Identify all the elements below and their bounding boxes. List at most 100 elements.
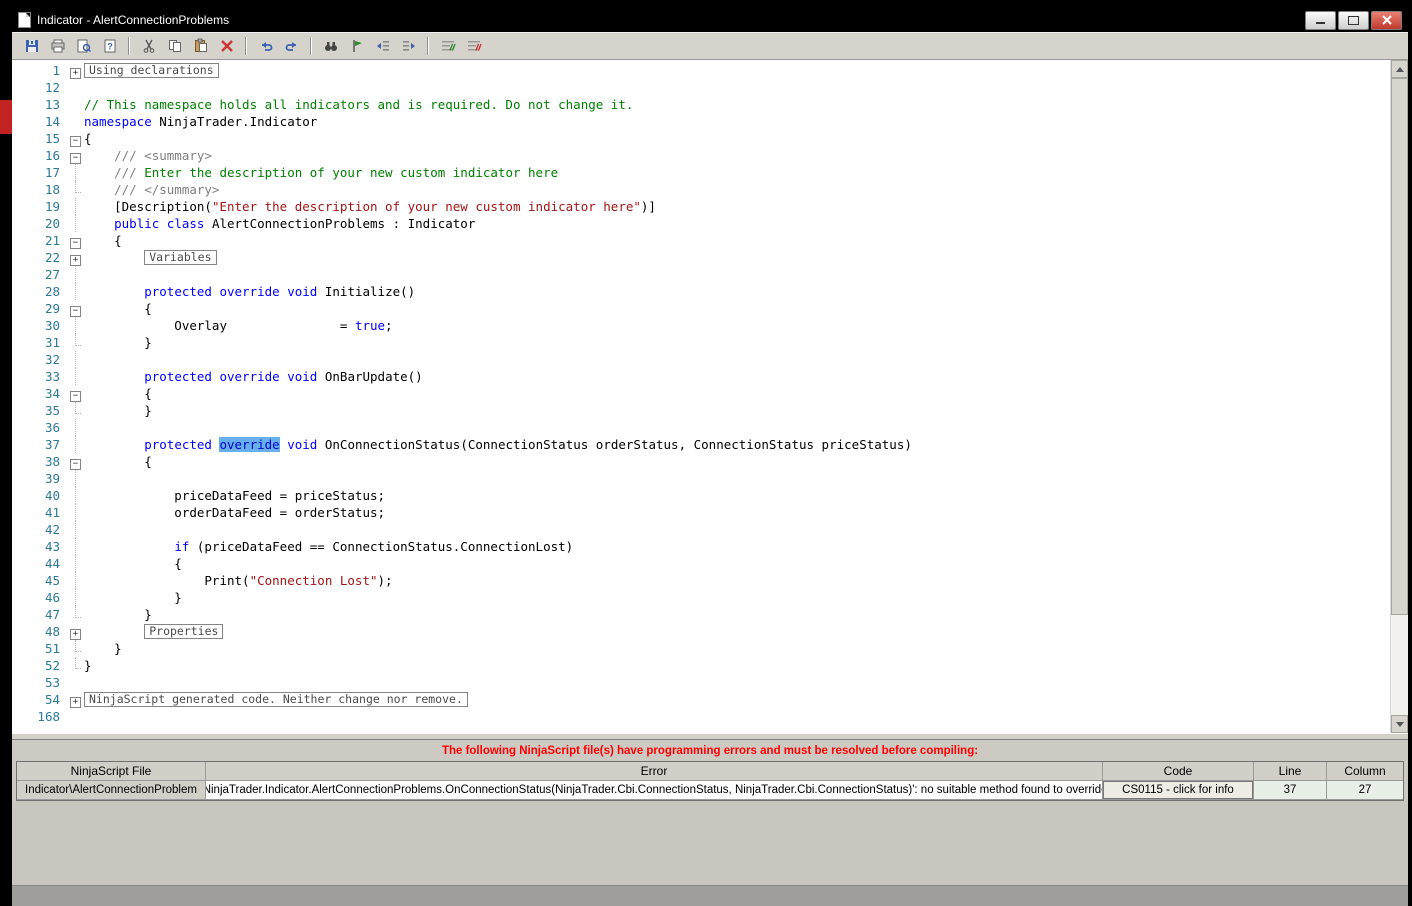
code-line[interactable]: 14 namespace NinjaTrader.Indicator <box>12 113 1390 130</box>
code-line[interactable]: 21− { <box>12 232 1390 249</box>
code-text[interactable]: /// </summary> <box>84 181 219 198</box>
code-line[interactable]: 45 Print("Connection Lost"); <box>12 572 1390 589</box>
fold-collapse-icon[interactable]: − <box>68 147 84 164</box>
fold-expand-icon[interactable]: + <box>68 691 84 708</box>
scrollbar-thumb[interactable] <box>1391 78 1408 616</box>
column-header-line[interactable]: Line <box>1254 762 1327 781</box>
code-line[interactable]: 47 } <box>12 606 1390 623</box>
code-text[interactable]: { <box>84 385 152 402</box>
print-preview-button[interactable] <box>72 35 95 58</box>
help-button[interactable]: ? <box>98 35 121 58</box>
code-line[interactable]: 19 [Description("Enter the description o… <box>12 198 1390 215</box>
undo-button[interactable] <box>254 35 277 58</box>
redo-button[interactable] <box>280 35 303 58</box>
code-text[interactable]: [Description("Enter the description of y… <box>84 198 656 215</box>
code-line[interactable]: 35 } <box>12 402 1390 419</box>
code-text[interactable]: } <box>84 589 182 606</box>
code-text[interactable]: protected override void Initialize() <box>84 283 415 300</box>
scroll-up-button[interactable] <box>1391 60 1408 78</box>
code-text[interactable]: { <box>84 300 152 317</box>
code-text[interactable]: { <box>84 555 182 572</box>
code-line[interactable]: 51 } <box>12 640 1390 657</box>
code-line[interactable]: 46 } <box>12 589 1390 606</box>
code-line[interactable]: 43 if (priceDataFeed == ConnectionStatus… <box>12 538 1390 555</box>
code-text[interactable]: NinjaScript generated code. Neither chan… <box>84 691 468 708</box>
code-line[interactable]: 22 + Variables <box>12 249 1390 266</box>
code-line[interactable]: 12 <box>12 79 1390 96</box>
code-line[interactable]: 36 <box>12 419 1390 436</box>
code-text[interactable]: /// <summary> <box>84 147 212 164</box>
outdent-button[interactable] <box>371 35 394 58</box>
code-line[interactable]: 48 + Properties <box>12 623 1390 640</box>
scroll-down-button[interactable] <box>1391 715 1408 733</box>
code-text[interactable]: priceDataFeed = priceStatus; <box>84 487 385 504</box>
code-lines[interactable]: 1 + Using declarations 12 13// This namespac… <box>12 60 1390 733</box>
error-code-link[interactable]: CS0115 - click for info <box>1103 781 1254 800</box>
minimize-button[interactable] <box>1305 10 1336 30</box>
code-line[interactable]: 44 { <box>12 555 1390 572</box>
fold-collapse-icon[interactable]: − <box>68 300 84 317</box>
code-text[interactable]: Properties <box>84 623 224 640</box>
code-text[interactable]: Print("Connection Lost"); <box>84 572 392 589</box>
code-text[interactable]: { <box>84 130 92 147</box>
code-text[interactable]: { <box>84 453 152 470</box>
code-text[interactable]: if (priceDataFeed == ConnectionStatus.Co… <box>84 538 573 555</box>
fold-collapse-icon[interactable]: − <box>68 385 84 402</box>
code-line[interactable]: 41 orderDataFeed = orderStatus; <box>12 504 1390 521</box>
title-bar[interactable]: Indicator - AlertConnectionProblems <box>12 8 1408 32</box>
code-text[interactable]: Variables <box>84 249 217 266</box>
maximize-button[interactable] <box>1338 10 1369 30</box>
code-line[interactable]: 42 <box>12 521 1390 538</box>
code-line[interactable]: 27 <box>12 266 1390 283</box>
code-line[interactable]: 33 protected override void OnBarUpdate() <box>12 368 1390 385</box>
fold-expand-icon[interactable]: + <box>68 249 84 266</box>
column-header-error[interactable]: Error <box>206 762 1103 781</box>
delete-button[interactable] <box>215 35 238 58</box>
cut-button[interactable] <box>137 35 160 58</box>
code-line[interactable]: 13 // This namespace holds all indicators… <box>12 96 1390 113</box>
column-header-code[interactable]: Code <box>1103 762 1254 781</box>
code-text[interactable]: } <box>84 606 152 623</box>
find-button[interactable] <box>319 35 342 58</box>
code-line[interactable]: 39 <box>12 470 1390 487</box>
fold-expand-icon[interactable]: + <box>68 623 84 640</box>
code-line[interactable]: 29− { <box>12 300 1390 317</box>
close-button[interactable] <box>1371 10 1402 30</box>
panel-splitter[interactable] <box>12 733 1408 740</box>
indent-button[interactable] <box>397 35 420 58</box>
code-text[interactable]: } <box>84 657 92 674</box>
code-line[interactable]: 18 /// </summary> <box>12 181 1390 198</box>
code-line[interactable]: 54 + NinjaScript generated code. Neither c… <box>12 691 1390 708</box>
code-line[interactable]: 34− { <box>12 385 1390 402</box>
code-line[interactable]: 168 <box>12 708 1390 725</box>
error-row[interactable]: Indicator\AlertConnectionProblem 'NinjaT… <box>17 781 1403 800</box>
scrollbar-track[interactable] <box>1391 78 1408 715</box>
column-header-file[interactable]: NinjaScript File <box>17 762 206 781</box>
code-text[interactable]: public class AlertConnectionProblems : I… <box>84 215 475 232</box>
code-text[interactable]: protected override void OnConnectionStat… <box>84 436 912 453</box>
save-button[interactable] <box>20 35 43 58</box>
code-text[interactable]: protected override void OnBarUpdate() <box>84 368 422 385</box>
code-line[interactable]: 52} <box>12 657 1390 674</box>
fold-collapse-icon[interactable]: − <box>68 130 84 147</box>
code-text[interactable]: } <box>84 402 152 419</box>
fold-collapse-icon[interactable]: − <box>68 232 84 249</box>
fold-collapse-icon[interactable]: − <box>68 453 84 470</box>
code-line[interactable]: 20 public class AlertConnectionProblems … <box>12 215 1390 232</box>
code-line[interactable]: 16− /// <summary> <box>12 147 1390 164</box>
code-line[interactable]: 30 Overlay = true; <box>12 317 1390 334</box>
uncomment-button[interactable] <box>462 35 485 58</box>
code-line[interactable]: 15−{ <box>12 130 1390 147</box>
code-text[interactable]: namespace NinjaTrader.Indicator <box>84 113 317 130</box>
vertical-scrollbar[interactable] <box>1390 60 1408 733</box>
code-text[interactable]: // This namespace holds all indicators a… <box>84 96 633 113</box>
paste-button[interactable] <box>189 35 212 58</box>
code-text[interactable]: orderDataFeed = orderStatus; <box>84 504 385 521</box>
code-line[interactable]: 17 /// Enter the description of your new… <box>12 164 1390 181</box>
print-button[interactable] <box>46 35 69 58</box>
code-text[interactable]: Using declarations <box>84 62 219 79</box>
code-line[interactable]: 40 priceDataFeed = priceStatus; <box>12 487 1390 504</box>
code-line[interactable]: 28 protected override void Initialize() <box>12 283 1390 300</box>
code-line[interactable]: 37 protected override void OnConnectionS… <box>12 436 1390 453</box>
code-line[interactable]: 53 <box>12 674 1390 691</box>
